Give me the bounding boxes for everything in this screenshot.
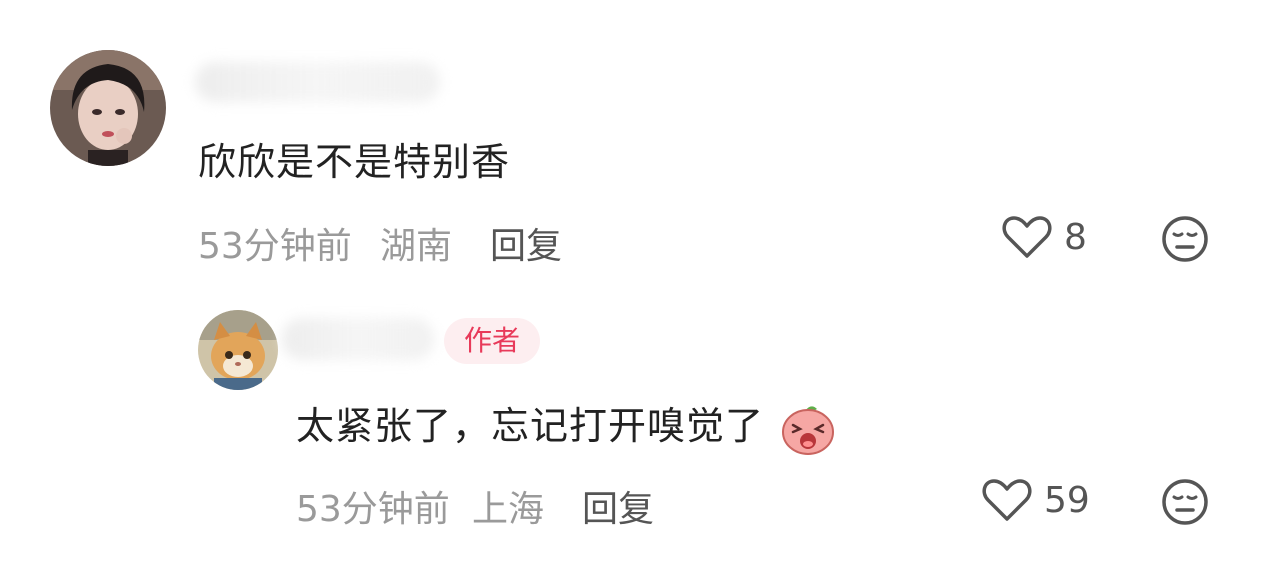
like-button[interactable]: 8 bbox=[1002, 214, 1087, 260]
crying-peach-emoji bbox=[782, 405, 835, 455]
neutral-face-icon[interactable] bbox=[1161, 215, 1209, 263]
reply-location: 上海 bbox=[472, 489, 545, 530]
reply-time: 53分钟前 bbox=[296, 489, 450, 530]
reply-button[interactable]: 回复 bbox=[582, 480, 654, 532]
reply-text: 太紧张了，忘记打开嗅觉了 bbox=[296, 395, 835, 455]
reply-item: 作者 太紧张了，忘记打开嗅觉了 53分钟前 上海 回复 59 bbox=[0, 290, 1280, 565]
comment-time: 53分钟前 bbox=[198, 226, 352, 267]
reply-button[interactable]: 回复 bbox=[490, 217, 562, 269]
username-redacted[interactable] bbox=[282, 318, 434, 360]
comment-location: 湖南 bbox=[380, 226, 453, 267]
comment-item: 欣欣是不是特别香 53分钟前 湖南 回复 8 bbox=[0, 0, 1280, 290]
neutral-face-icon[interactable] bbox=[1161, 478, 1209, 526]
heart-outline-icon bbox=[1002, 216, 1052, 258]
reply-text-content: 太紧张了，忘记打开嗅觉了 bbox=[296, 404, 765, 448]
like-button[interactable]: 59 bbox=[982, 477, 1090, 523]
comment-text: 欣欣是不是特别香 bbox=[198, 140, 511, 184]
avatar[interactable] bbox=[50, 50, 166, 166]
username-redacted[interactable] bbox=[195, 62, 440, 102]
avatar[interactable] bbox=[198, 310, 278, 390]
like-count: 8 bbox=[1064, 216, 1087, 258]
like-count: 59 bbox=[1044, 479, 1090, 521]
author-badge: 作者 bbox=[444, 318, 541, 364]
heart-outline-icon bbox=[982, 479, 1032, 521]
